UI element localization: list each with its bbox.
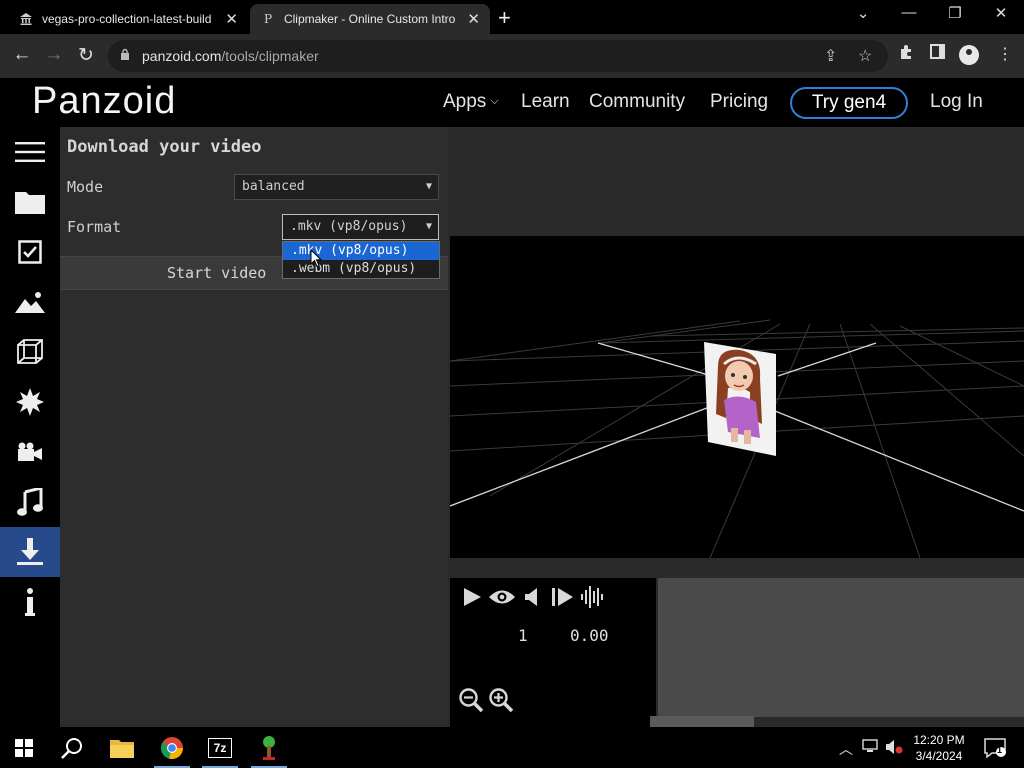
waveform-icon[interactable] xyxy=(581,586,605,608)
preview-canvas[interactable] xyxy=(449,236,1024,559)
file-explorer-icon[interactable] xyxy=(98,728,146,768)
timeline-scrollbar[interactable] xyxy=(650,716,754,727)
clock-time: 12:20 PM xyxy=(913,733,965,747)
panzoid-logo[interactable]: Panzoid xyxy=(32,80,176,123)
close-window-button[interactable]: ✕ xyxy=(986,4,1016,22)
system-clock[interactable]: 12:20 PM 3/4/2024 xyxy=(900,732,978,764)
close-tab-icon[interactable]: ✕ xyxy=(467,10,480,28)
back-button[interactable]: ← xyxy=(10,44,34,66)
format-dropdown-list: .mkv (vp8/opus) .webm (vp8/opus) xyxy=(282,241,440,279)
tab-search-icon[interactable]: ⌄ xyxy=(848,4,878,22)
menu-icon[interactable] xyxy=(0,127,60,177)
new-tab-button[interactable]: + xyxy=(498,5,511,31)
character-image xyxy=(704,342,776,456)
7zip-icon[interactable]: 7z xyxy=(196,728,244,768)
frame-counter: 1 xyxy=(518,626,528,645)
close-tab-icon[interactable]: ✕ xyxy=(225,10,238,28)
preview-area: 1 0.00 xyxy=(448,127,1024,727)
format-option-webm[interactable]: .webm (vp8/opus) xyxy=(283,260,439,278)
cube-icon[interactable] xyxy=(0,327,60,377)
url-domain: panzoid.com xyxy=(142,48,222,64)
mode-label: Mode xyxy=(67,178,104,196)
tab-vegas-pro[interactable]: vegas-pro-collection-latest-build ✕ xyxy=(8,4,248,34)
profile-avatar-icon[interactable] xyxy=(959,45,979,65)
panel-title: Download your video xyxy=(67,137,262,157)
nav-apps-label: Apps xyxy=(443,91,487,112)
format-select-value: .mkv (vp8/opus) xyxy=(290,219,408,234)
timeline-area[interactable] xyxy=(658,578,1024,717)
download-panel: Download your video Mode balanced ▼ Form… xyxy=(60,127,448,727)
next-frame-icon[interactable] xyxy=(552,587,574,607)
music-icon[interactable] xyxy=(0,477,60,527)
time-display: 0.00 xyxy=(570,626,609,645)
share-icon[interactable]: ⇪ xyxy=(824,46,837,66)
restore-button[interactable]: ❐ xyxy=(940,4,970,22)
format-label: Format xyxy=(67,218,122,236)
notifications-icon[interactable]: 1 xyxy=(984,738,1006,761)
zoom-in-icon[interactable] xyxy=(489,688,514,713)
tab-title: vegas-pro-collection-latest-build xyxy=(41,12,212,26)
browser-tab-bar: vegas-pro-collection-latest-build ✕ P Cl… xyxy=(0,0,1024,34)
panzoid-p-icon: P xyxy=(263,12,273,26)
side-panel-icon[interactable] xyxy=(930,44,945,64)
nav-apps[interactable]: Apps ⌵ xyxy=(443,91,499,113)
chevron-down-icon: ▼ xyxy=(425,221,432,232)
url-text: panzoid.com/tools/clipmaker xyxy=(142,48,319,64)
url-field[interactable]: panzoid.com/tools/clipmaker ⇪ ☆ xyxy=(108,40,888,72)
play-icon[interactable] xyxy=(462,587,482,607)
nav-community[interactable]: Community xyxy=(589,91,685,113)
volume-icon[interactable] xyxy=(524,587,540,607)
image-icon[interactable] xyxy=(0,277,60,327)
browser-menu-icon[interactable]: ⋮ xyxy=(997,44,1013,64)
chrome-icon[interactable] xyxy=(148,728,196,768)
mode-select-value: balanced xyxy=(242,179,305,194)
info-icon[interactable] xyxy=(0,577,60,627)
extensions-icon[interactable] xyxy=(898,44,914,65)
bookmark-star-icon[interactable]: ☆ xyxy=(858,46,872,66)
playback-controls: 1 0.00 xyxy=(450,578,656,727)
search-icon[interactable] xyxy=(48,728,96,768)
format-option-mkv[interactable]: .mkv (vp8/opus) xyxy=(283,242,439,260)
network-icon[interactable] xyxy=(862,739,878,756)
reload-button[interactable]: ↻ xyxy=(74,44,98,67)
format-select[interactable]: .mkv (vp8/opus) ▼ xyxy=(282,214,439,240)
minimize-button[interactable]: — xyxy=(894,4,924,21)
chevron-down-icon: ▼ xyxy=(425,181,432,192)
windows-start-icon[interactable] xyxy=(0,728,48,768)
camera-icon[interactable] xyxy=(0,427,60,477)
tab-clipmaker[interactable]: P Clipmaker - Online Custom Intro ✕ xyxy=(250,4,490,34)
notification-count: 1 xyxy=(997,745,1003,755)
checkbox-icon[interactable] xyxy=(0,227,60,277)
effects-burst-icon[interactable] xyxy=(0,377,60,427)
url-path: /tools/clipmaker xyxy=(221,48,319,64)
windows-taskbar: 7z ︿ 12:20 PM 3/4/2024 1 xyxy=(0,728,1024,768)
bank-icon xyxy=(18,11,34,27)
nav-learn[interactable]: Learn xyxy=(521,91,570,113)
try-gen4-button[interactable]: Try gen4 xyxy=(790,87,908,119)
tray-expand-icon[interactable]: ︿ xyxy=(839,739,853,759)
zoom-out-icon[interactable] xyxy=(459,688,484,713)
site-header: Panzoid Apps ⌵ Learn Community Pricing Tr… xyxy=(0,78,1024,127)
address-bar-row: ← → ↻ panzoid.com/tools/clipmaker ⇪ ☆ ⋮ xyxy=(0,34,1024,78)
tab-title: Clipmaker - Online Custom Intro xyxy=(283,12,456,26)
clock-date: 3/4/2024 xyxy=(915,749,963,763)
mode-select[interactable]: balanced ▼ xyxy=(234,174,439,200)
login-link[interactable]: Log In xyxy=(930,91,983,113)
chevron-down-icon: ⌵ xyxy=(490,95,499,107)
forward-button[interactable]: → xyxy=(42,44,66,66)
folder-icon[interactable] xyxy=(0,177,60,227)
lock-icon xyxy=(121,48,129,60)
tool-sidebar xyxy=(0,127,60,727)
download-icon[interactable] xyxy=(0,527,60,577)
nav-pricing[interactable]: Pricing xyxy=(710,91,768,113)
eye-icon[interactable] xyxy=(488,588,516,606)
tree-app-icon[interactable] xyxy=(245,728,293,768)
mouse-cursor-icon xyxy=(310,249,322,268)
7zip-label: 7z xyxy=(208,738,232,758)
